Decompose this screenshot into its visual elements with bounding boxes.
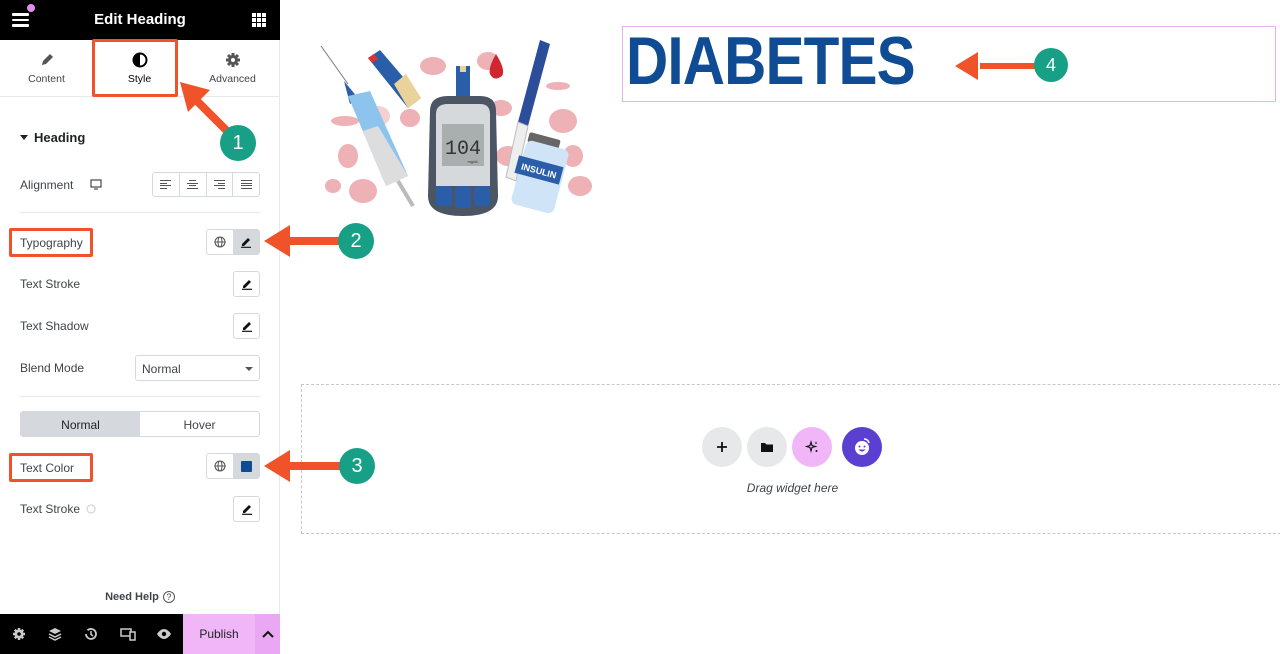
text-shadow-label: Text Shadow [20,319,89,333]
sparkles-icon [805,440,818,454]
page-heading[interactable]: DIABETES [626,22,916,100]
align-right-icon [213,178,225,191]
smiley-face-icon [855,438,870,455]
pencil-icon [241,280,252,290]
layers-icon[interactable] [47,626,63,642]
drag-widget-hint: Drag widget here [746,481,839,495]
state-tab-normal[interactable]: Normal [21,412,140,436]
tab-advanced-label: Advanced [209,73,256,85]
text-stroke-2-label: Text Stroke [20,502,96,516]
settings-icon[interactable] [11,626,27,642]
align-left-button[interactable] [153,173,180,196]
pencil-icon [241,505,252,515]
ai-generate-button[interactable] [792,427,832,467]
preview-eye-icon[interactable] [156,626,172,642]
text-color-label: Text Color [20,461,75,475]
responsive-info-icon [86,504,96,514]
tab-content-label: Content [28,73,65,85]
responsive-mode-icon[interactable] [120,626,136,642]
typography-label: Typography [20,236,83,250]
pencil-icon [241,238,251,248]
edit-typography-button[interactable] [233,230,259,254]
state-toggle: Normal Hover [20,411,260,437]
folder-icon [761,443,773,452]
align-justify-button[interactable] [233,173,259,196]
globe-icon [214,236,226,248]
publish-options-button[interactable] [255,614,280,654]
panel-title: Edit Heading [94,11,186,28]
blend-mode-value: Normal [142,362,181,376]
state-tab-hover[interactable]: Hover [140,412,259,436]
annotation-badge-4: 4 [1034,48,1068,82]
history-icon[interactable] [83,626,99,642]
annotation-badge-1: 1 [220,125,256,161]
caret-down-icon [20,135,28,141]
annotation-badge-2: 2 [338,223,374,259]
chevron-up-icon [261,630,274,638]
typography-control [206,229,260,255]
divider [20,212,260,213]
publish-button[interactable]: Publish [183,614,255,654]
add-section-button[interactable] [702,427,742,467]
globe-icon [214,460,226,472]
section-heading-toggle[interactable]: Heading [20,130,85,145]
global-typography-button[interactable] [207,230,233,254]
tab-content[interactable]: Content [0,40,93,97]
diabetes-illustration: 104 mg/dL INSULIN [320,40,592,216]
gear-icon [225,53,240,67]
align-center-icon [187,178,199,191]
divider [20,396,260,397]
color-picker-button[interactable] [233,454,259,478]
kit-assistant-button[interactable] [842,427,882,467]
glucose-meter: 104 mg/dL [428,66,498,216]
edit-text-stroke-button[interactable] [233,271,260,297]
need-help-link[interactable]: Need Help? [0,591,280,603]
blend-mode-label: Blend Mode [20,361,85,375]
add-template-button[interactable] [747,427,787,467]
section-heading-label: Heading [34,130,86,145]
meter-reading: 104 [445,138,481,161]
tab-advanced[interactable]: Advanced [186,40,279,97]
align-justify-icon [240,178,252,191]
dropdown-arrow-icon [245,367,253,371]
align-right-button[interactable] [207,173,234,196]
edit-text-shadow-button[interactable] [233,313,260,339]
color-swatch [240,460,252,472]
test-strip [368,50,421,108]
meter-unit: mg/dL [467,159,479,164]
align-center-button[interactable] [180,173,207,196]
text-stroke-label: Text Stroke [20,277,81,291]
panel-header: Edit Heading [0,0,280,40]
help-icon: ? [162,591,175,603]
text-color-control [206,453,260,479]
align-left-icon [160,178,172,191]
editor-panel: Edit Heading Content Style Advanced Head… [0,0,280,654]
widgets-grid-icon[interactable] [252,13,266,27]
text-stroke-2-text: Text Stroke [20,502,81,516]
desktop-icon[interactable] [90,179,102,190]
empty-section-dropzone[interactable] [301,384,1280,534]
need-help-label: Need Help [105,591,159,603]
blend-mode-select[interactable]: Normal [135,355,260,381]
edit-text-stroke-2-button[interactable] [233,496,260,522]
annotation-highlight-style-tab [92,39,178,97]
alignment-label: Alignment [20,178,74,192]
global-color-button[interactable] [207,454,233,478]
pencil-icon [41,54,53,65]
pencil-icon [241,322,252,332]
annotation-badge-3: 3 [339,448,375,484]
plus-icon [717,442,727,452]
alignment-control [152,172,260,197]
